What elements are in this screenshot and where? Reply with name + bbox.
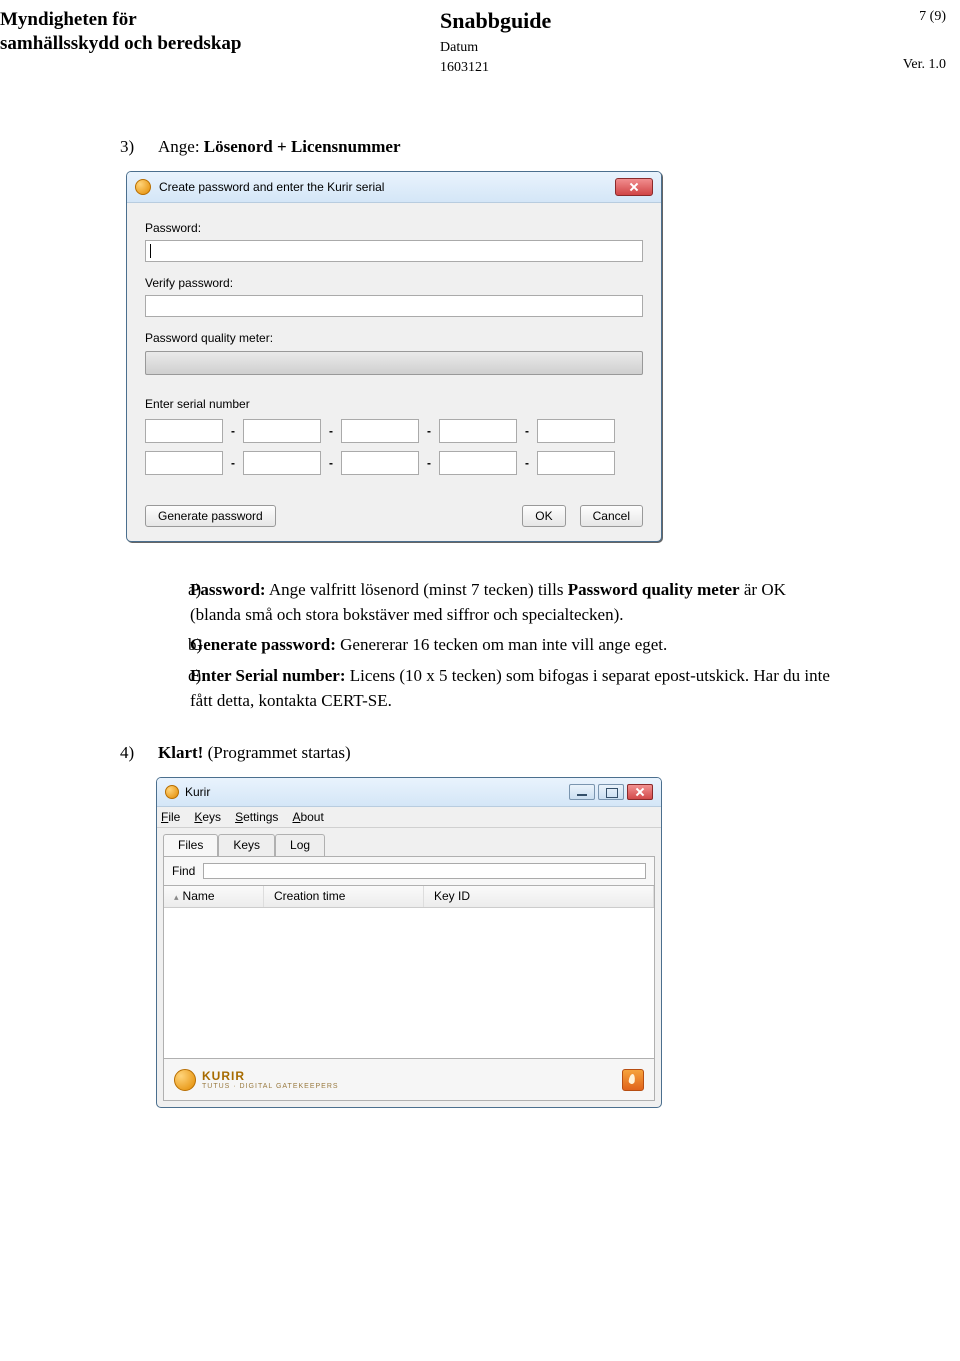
verify-password-label: Verify password: — [145, 276, 643, 290]
close-icon[interactable] — [615, 178, 653, 196]
serial-input-6[interactable] — [145, 451, 223, 475]
substep-a-b1: Password: — [190, 580, 266, 599]
dialog-title: Create password and enter the Kurir seri… — [159, 180, 615, 194]
dash-icon: - — [522, 456, 532, 470]
dialog-footer: Generate password OK Cancel — [127, 489, 661, 541]
header-org-line2: samhällsskydd och beredskap — [0, 32, 440, 56]
header-org: Myndigheten för samhällsskydd och bereds… — [0, 8, 440, 56]
column-creation-time[interactable]: Creation time — [264, 886, 424, 907]
minimize-icon[interactable] — [569, 784, 595, 800]
step-4-bold: Klart! — [158, 743, 203, 762]
cancel-button[interactable]: Cancel — [580, 505, 643, 527]
titlebar[interactable]: Create password and enter the Kurir seri… — [127, 172, 661, 203]
fire-icon[interactable] — [622, 1069, 644, 1091]
step-3-number: 3) — [120, 137, 158, 157]
logo-subtext: TUTUS · DIGITAL GATEKEEPERS — [202, 1083, 339, 1090]
substep-b-b1: Generate password: — [190, 635, 336, 654]
serial-input-2[interactable] — [243, 419, 321, 443]
find-row: Find — [163, 856, 655, 885]
serial-input-1[interactable] — [145, 419, 223, 443]
substep-a-r1: Ange valfritt lösenord (minst 7 tecken) … — [266, 580, 568, 599]
serial-input-5[interactable] — [537, 419, 615, 443]
header-title: Snabbguide — [440, 8, 903, 34]
substep-b: b) Generate password: Genererar 16 tecke… — [156, 633, 840, 658]
step-4-rest: (Programmet startas) — [203, 743, 350, 762]
medal-icon — [174, 1069, 196, 1091]
dash-icon: - — [424, 424, 434, 438]
close-icon[interactable] — [627, 784, 653, 800]
menu-file[interactable]: File — [161, 810, 180, 824]
statusbar: KURIR TUTUS · DIGITAL GATEKEEPERS — [163, 1059, 655, 1101]
quality-meter-label: Password quality meter: — [145, 331, 643, 345]
maximize-icon[interactable] — [598, 784, 624, 800]
verify-password-input[interactable] — [145, 295, 643, 317]
header-page-number: 7 (9) — [903, 8, 946, 26]
header-datum-label: Datum — [440, 40, 478, 55]
serial-input-9[interactable] — [439, 451, 517, 475]
serial-input-8[interactable] — [341, 451, 419, 475]
logo-text: KURIR — [202, 1069, 245, 1083]
file-table: ▴Name Creation time Key ID — [163, 885, 655, 1059]
window-title: Kurir — [185, 785, 569, 799]
serial-row-2: - - - - — [145, 451, 643, 475]
substep-a-b2: Password quality meter — [568, 580, 740, 599]
generate-password-button[interactable]: Generate password — [145, 505, 276, 527]
app-icon — [135, 179, 151, 195]
tab-log[interactable]: Log — [275, 834, 325, 856]
app-icon — [165, 785, 179, 799]
header-version: Ver. 1.0 — [903, 56, 946, 74]
kurir-logo: KURIR TUTUS · DIGITAL GATEKEEPERS — [174, 1069, 339, 1091]
dash-icon: - — [228, 456, 238, 470]
step-4-number: 4) — [120, 743, 158, 763]
substep-c: c) Enter Serial number: Licens (10 x 5 t… — [156, 664, 840, 713]
tab-keys[interactable]: Keys — [218, 834, 275, 856]
quality-meter-bar — [145, 351, 643, 375]
ok-button[interactable]: OK — [522, 505, 565, 527]
step-3-prefix: Ange: — [158, 137, 204, 156]
substep-b-r1: Genererar 16 tecken om man inte vill ang… — [336, 635, 667, 654]
sort-icon: ▴ — [174, 892, 179, 903]
serial-input-7[interactable] — [243, 451, 321, 475]
step-4: 4) Klart! (Programmet startas) — [120, 743, 840, 763]
password-label: Password: — [145, 221, 643, 235]
dash-icon: - — [326, 456, 336, 470]
titlebar[interactable]: Kurir — [157, 778, 661, 807]
substep-c-b1: Enter Serial number: — [190, 666, 346, 685]
dash-icon: - — [424, 456, 434, 470]
table-body[interactable] — [164, 908, 654, 1058]
dash-icon: - — [522, 424, 532, 438]
header-org-line1: Myndigheten för — [0, 8, 440, 32]
dash-icon: - — [326, 424, 336, 438]
page-header: Myndigheten för samhällsskydd och bereds… — [0, 8, 946, 77]
menu-settings[interactable]: Settings — [235, 810, 278, 824]
kurir-main-window: Kurir File Keys Settings About Files Key… — [156, 777, 662, 1108]
substep-b-letter: b) — [156, 633, 190, 658]
header-right: 7 (9) Ver. 1.0 — [903, 8, 946, 74]
serial-row-1: - - - - — [145, 419, 643, 443]
substep-a-letter: a) — [156, 578, 190, 627]
header-mid: Snabbguide Datum 1603121 — [440, 8, 903, 77]
substep-a: a) Password: Ange valfritt lösenord (min… — [156, 578, 840, 627]
find-label: Find — [172, 864, 195, 878]
serial-input-3[interactable] — [341, 419, 419, 443]
column-name[interactable]: ▴Name — [164, 886, 264, 907]
menu-keys[interactable]: Keys — [194, 810, 221, 824]
serial-input-4[interactable] — [439, 419, 517, 443]
password-input[interactable] — [145, 240, 643, 262]
dash-icon: - — [228, 424, 238, 438]
serial-input-10[interactable] — [537, 451, 615, 475]
menubar: File Keys Settings About — [157, 807, 661, 828]
substep-c-letter: c) — [156, 664, 190, 713]
column-key-id[interactable]: Key ID — [424, 886, 654, 907]
step-3: 3) Ange: Lösenord + Licensnummer — [120, 137, 840, 157]
dialog-create-password: Create password and enter the Kurir seri… — [126, 171, 662, 542]
step-3-bold: Lösenord + Licensnummer — [204, 137, 401, 156]
tab-row: Files Keys Log — [163, 834, 655, 856]
menu-about[interactable]: About — [292, 810, 323, 824]
header-datum-value: 1603121 — [440, 60, 489, 75]
find-input[interactable] — [203, 863, 646, 879]
serial-label: Enter serial number — [145, 397, 643, 411]
tab-files[interactable]: Files — [163, 834, 218, 856]
